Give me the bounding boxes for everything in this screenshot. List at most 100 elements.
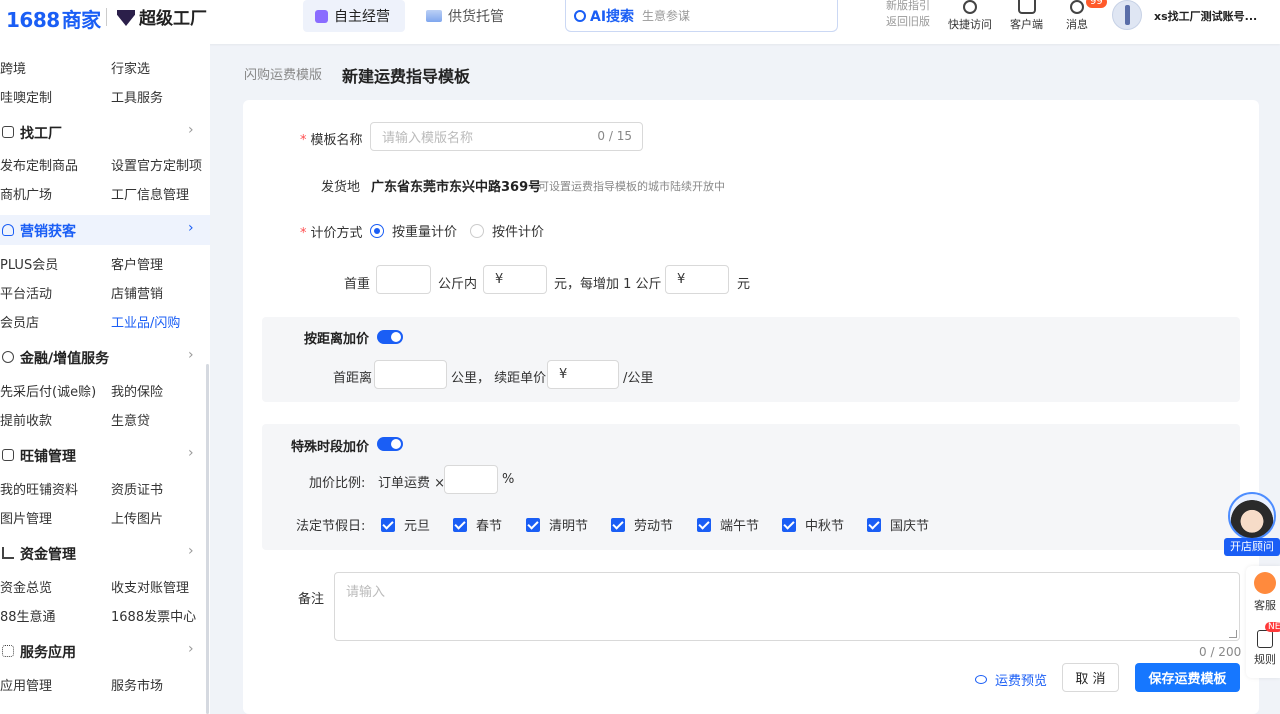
- old-version-link[interactable]: 返回旧版: [886, 14, 930, 30]
- km-continue-label: 公里， 续距单价: [451, 371, 547, 386]
- logo-number: 1688: [6, 8, 60, 32]
- search-placeholder: 生意参谋: [642, 9, 691, 23]
- sidebar-section-apps[interactable]: 服务应用 ›: [0, 636, 210, 666]
- sidebar-section-find-factory[interactable]: 找工厂 ›: [0, 117, 210, 147]
- ai-search-label: AI搜索: [574, 6, 634, 26]
- holiday-checkbox-labor-day[interactable]: 劳动节: [611, 515, 673, 534]
- yuan-label: 元: [737, 277, 751, 292]
- sidebar-item-cross-border[interactable]: 跨境: [0, 58, 26, 77]
- sidebar-item[interactable]: 图片管理: [0, 508, 52, 527]
- cancel-button[interactable]: 取 消: [1062, 663, 1119, 692]
- store-consultant-widget[interactable]: 开店顾问: [1224, 492, 1280, 560]
- freight-preview-label: 运费预览: [995, 674, 1048, 689]
- resize-handle-icon[interactable]: [1229, 630, 1237, 638]
- sidebar-item[interactable]: 我的旺铺资料: [0, 479, 78, 498]
- sidebar-item[interactable]: 上传图片: [111, 508, 163, 527]
- sidebar-scrollbar[interactable]: [206, 364, 209, 714]
- sidebar-section-funds[interactable]: 资金管理 ›: [0, 538, 210, 568]
- per-km-price-input[interactable]: ¥: [547, 360, 619, 389]
- sidebar-item[interactable]: 发布定制商品: [0, 155, 78, 174]
- holiday-checkbox-mid-autumn[interactable]: 中秋节: [782, 515, 844, 534]
- sidebar-item[interactable]: 资质证书: [111, 479, 163, 498]
- tab-self-label: 自主经营: [334, 9, 390, 25]
- grid-icon: [2, 645, 14, 657]
- sidebar-item[interactable]: 平台活动: [0, 283, 52, 302]
- radio-by-piece[interactable]: 按件计价: [470, 221, 544, 240]
- sidebar-item[interactable]: 资金总览: [0, 577, 52, 596]
- sidebar-item[interactable]: 服务市场: [111, 675, 163, 694]
- markup-ratio-label: 加价比例:: [309, 476, 366, 491]
- sidebar-section-finance[interactable]: 金融/增值服务 ›: [0, 342, 210, 372]
- rules-label: 规则: [1254, 653, 1276, 666]
- tab-self-operated[interactable]: 自主经营: [303, 0, 405, 32]
- remark-placeholder: 请输入: [346, 585, 386, 600]
- holiday-checkbox-new-year[interactable]: 元旦: [381, 515, 430, 534]
- factory-brand[interactable]: 超级工厂: [117, 4, 207, 29]
- first-weight-input[interactable]: [376, 265, 431, 294]
- first-distance-input[interactable]: [374, 360, 447, 389]
- messages-button[interactable]: 消息: [1066, 0, 1088, 32]
- logo-divider: [106, 8, 107, 26]
- breadcrumb[interactable]: 闪购运费模版: [244, 64, 322, 83]
- holiday-checkbox-spring-festival[interactable]: 春节: [453, 515, 502, 534]
- freight-preview-button[interactable]: 运费预览: [975, 670, 1047, 689]
- version-guide[interactable]: 新版指引 返回旧版: [886, 0, 930, 30]
- remark-textarea[interactable]: 请输入: [334, 572, 1240, 641]
- consultant-label: 开店顾问: [1224, 538, 1280, 556]
- sidebar-item-tool-service[interactable]: 工具服务: [111, 87, 163, 106]
- special-period-toggle[interactable]: [377, 437, 403, 451]
- sidebar-item[interactable]: 1688发票中心: [111, 606, 196, 625]
- tab-supply-hosting[interactable]: 供货托管: [426, 0, 504, 32]
- chevron-right-icon: ›: [188, 122, 194, 138]
- sidebar-item-flash-sale-active[interactable]: 工业品/闪购: [111, 312, 180, 331]
- client-button[interactable]: 客户端: [1010, 0, 1043, 32]
- search-input[interactable]: AI搜索 生意参谋: [565, 0, 838, 32]
- account-name[interactable]: xs找工厂测试账号...: [1154, 8, 1257, 24]
- sidebar-item[interactable]: 收支对账管理: [111, 577, 189, 596]
- sidebar-item[interactable]: 应用管理: [0, 675, 52, 694]
- holiday-checkbox-national-day[interactable]: 国庆节: [867, 515, 929, 534]
- markup-ratio-input[interactable]: [444, 465, 498, 494]
- sidebar-item[interactable]: PLUS会员: [0, 254, 58, 273]
- chevron-right-icon: ›: [188, 220, 194, 236]
- sidebar-item[interactable]: 会员店: [0, 312, 39, 331]
- sidebar-item[interactable]: 先采后付(诚e赊): [0, 381, 96, 400]
- ai-search-text: AI搜索: [590, 8, 635, 25]
- sidebar-item-custom[interactable]: 哇噢定制: [0, 87, 52, 106]
- avatar[interactable]: [1112, 0, 1142, 30]
- sidebar-item[interactable]: 88生意通: [0, 606, 56, 625]
- sidebar-item-expert-pick[interactable]: 行家选: [111, 58, 150, 77]
- sidebar-item[interactable]: 生意贷: [111, 410, 150, 429]
- order-fee-label: 订单运费 ×: [378, 476, 446, 491]
- distance-surcharge-toggle[interactable]: [377, 330, 403, 344]
- radio-dot: [370, 223, 384, 238]
- quick-access-button[interactable]: 快捷访问: [948, 0, 992, 32]
- sidebar-item[interactable]: 商机广场: [0, 184, 52, 203]
- template-name-input[interactable]: 请输入模版名称 0 / 15: [370, 122, 643, 151]
- section-title: 营销获客: [20, 224, 76, 240]
- holiday-checkbox-dragon-boat[interactable]: 端午节: [697, 515, 759, 534]
- customer-service-button[interactable]: 客服: [1250, 572, 1280, 613]
- shield-icon: [2, 126, 14, 138]
- sidebar-section-marketing[interactable]: 营销获客 ›: [0, 215, 210, 245]
- radio-by-weight[interactable]: 按重量计价: [370, 221, 457, 240]
- holiday-label: 端午节: [720, 519, 760, 534]
- sidebar-item[interactable]: 客户管理: [111, 254, 163, 273]
- quick-access-label: 快捷访问: [948, 18, 992, 31]
- sidebar-item[interactable]: 提前收款: [0, 410, 52, 429]
- chat-icon: [1070, 0, 1084, 14]
- sidebar-item[interactable]: 设置官方定制项: [111, 155, 202, 174]
- additional-weight-price-input[interactable]: ¥: [665, 265, 729, 294]
- save-template-button[interactable]: 保存运费模板: [1135, 663, 1240, 692]
- template-name-placeholder: 请输入模版名称: [382, 131, 474, 146]
- brand-logo[interactable]: 1688 商家: [6, 4, 101, 33]
- first-weight-price-input[interactable]: ¥: [483, 265, 547, 294]
- ai-search-icon: [574, 9, 586, 22]
- rules-button[interactable]: 规则: [1250, 630, 1280, 667]
- sidebar-item[interactable]: 店铺营销: [111, 283, 163, 302]
- sidebar-section-store[interactable]: 旺铺管理 ›: [0, 440, 210, 470]
- holiday-checkbox-qingming[interactable]: 清明节: [526, 515, 588, 534]
- sidebar-item[interactable]: 工厂信息管理: [111, 184, 189, 203]
- sidebar-item[interactable]: 我的保险: [111, 381, 163, 400]
- new-guide-link[interactable]: 新版指引: [886, 0, 930, 14]
